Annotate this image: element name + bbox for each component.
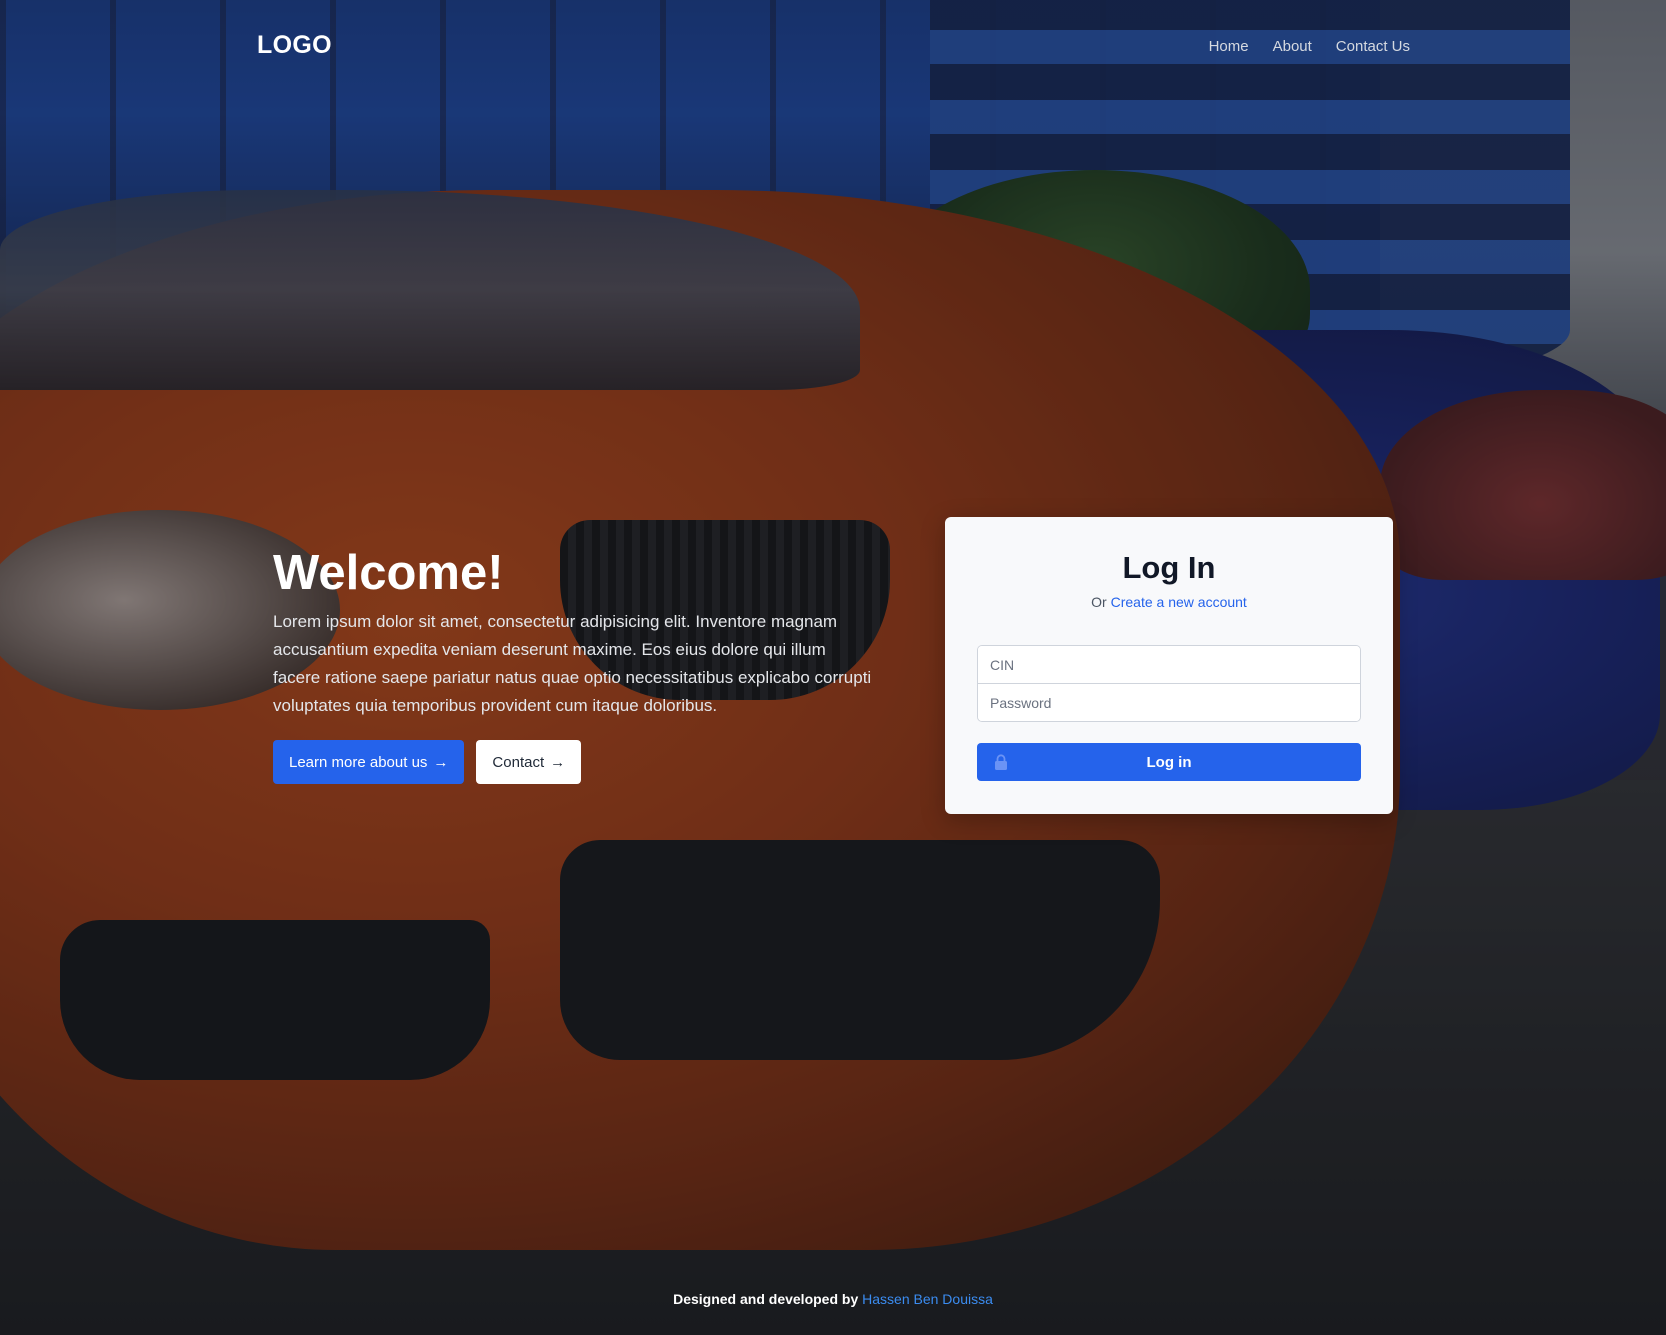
learn-more-label: Learn more about us <box>289 753 428 771</box>
logo[interactable]: LOGO <box>257 31 332 60</box>
login-submit-button[interactable]: Log in <box>977 743 1361 781</box>
login-submit-label: Log in <box>1146 753 1192 771</box>
main-nav: Home About Contact Us <box>1209 38 1410 55</box>
login-fields <box>977 645 1361 722</box>
login-title: Log In <box>1122 550 1216 585</box>
cin-input[interactable] <box>978 646 1360 683</box>
login-card: Log In Or Create a new account Log in <box>945 517 1393 814</box>
footer-credit-prefix: Designed and developed by <box>673 1291 859 1307</box>
site-footer: Designed and developed by Hassen Ben Dou… <box>0 1291 1666 1307</box>
login-subtitle-prefix: Or <box>1091 594 1107 610</box>
site-header: LOGO Home About Contact Us <box>0 0 1666 96</box>
contact-button[interactable]: Contact → <box>476 740 582 784</box>
login-subtitle: Or Create a new account <box>945 594 1393 610</box>
contact-label: Contact <box>492 753 545 771</box>
hero-title: Welcome! <box>273 546 504 600</box>
arrow-right-icon: → <box>550 753 566 771</box>
lock-icon <box>995 754 1007 770</box>
create-account-link[interactable]: Create a new account <box>1111 594 1247 610</box>
footer-author-link[interactable]: Hassen Ben Douissa <box>862 1291 993 1307</box>
hero-actions: Learn more about us → Contact → <box>273 740 873 784</box>
hero-description: Lorem ipsum dolor sit amet, consectetur … <box>273 612 872 715</box>
nav-home-link[interactable]: Home <box>1209 38 1249 55</box>
nav-contact-us-link[interactable]: Contact Us <box>1336 38 1410 55</box>
password-input[interactable] <box>978 684 1360 721</box>
arrow-right-icon: → <box>433 753 449 771</box>
nav-about-link[interactable]: About <box>1273 38 1312 55</box>
hero-section: Welcome! Lorem ipsum dolor sit amet, con… <box>273 545 873 784</box>
learn-more-button[interactable]: Learn more about us → <box>273 740 465 784</box>
